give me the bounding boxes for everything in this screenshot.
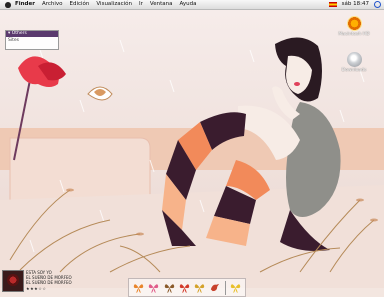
menubar-clock[interactable]: sáb 18:47: [342, 0, 369, 9]
menu-ir[interactable]: Ir: [139, 0, 143, 9]
menu-extras: sáb 18:47: [324, 0, 384, 9]
album-art[interactable]: [2, 270, 24, 292]
menu-ayuda[interactable]: Ayuda: [180, 0, 197, 9]
menu-visualizacion[interactable]: Visualización: [96, 0, 132, 9]
menu-bar: Finder Archivo Edición Visualización Ir …: [0, 0, 384, 10]
apple-menu-icon[interactable]: [5, 1, 11, 8]
sites-item[interactable]: Sites: [6, 37, 58, 45]
desktop-icon-downloads[interactable]: Downloads: [336, 52, 372, 73]
input-language-flag-icon[interactable]: [328, 2, 337, 7]
others-widget: ▾ Others Sites: [5, 30, 59, 50]
menu-edicion[interactable]: Edición: [70, 0, 90, 9]
menu-finder[interactable]: Finder: [15, 0, 35, 9]
downloads-folder-icon: [346, 52, 362, 67]
wallpaper: [0, 10, 384, 288]
rating-stars[interactable]: ★★★☆☆: [26, 286, 46, 291]
desktop: ▾ Others Sites Macintosh HD Downloads ES…: [0, 10, 384, 297]
now-playing-widget: ESTA SOY YO EL SUEÑO DE MORFEO EL SUEÑO …: [2, 268, 122, 292]
desktop-icon-label: Downloads: [341, 68, 367, 73]
spotlight-icon[interactable]: [374, 1, 381, 8]
hard-drive-icon: [346, 16, 362, 31]
desktop-icon-label: Macintosh HD: [338, 32, 370, 37]
now-playing-line-3: EL SUEÑO DE MORFEO: [26, 280, 72, 285]
menu-archivo[interactable]: Archivo: [42, 0, 63, 9]
desktop-icon-macintosh-hd[interactable]: Macintosh HD: [336, 16, 372, 37]
menu-ventana[interactable]: Ventana: [150, 0, 173, 9]
